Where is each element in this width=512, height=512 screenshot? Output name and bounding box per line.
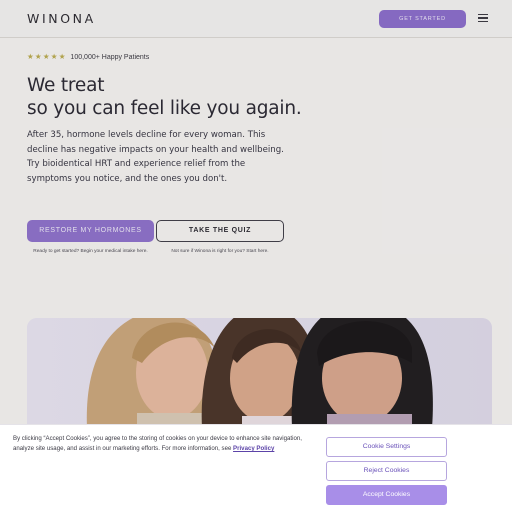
page-dim-overlay: [0, 0, 512, 424]
accept-cookies-button[interactable]: Accept Cookies: [326, 485, 447, 505]
reject-cookies-button[interactable]: Reject Cookies: [326, 461, 447, 481]
cookie-banner: By clicking “Accept Cookies”, you agree …: [0, 424, 512, 512]
cookie-settings-button[interactable]: Cookie Settings: [326, 437, 447, 457]
cookie-text: By clicking “Accept Cookies”, you agree …: [13, 434, 303, 455]
privacy-policy-link[interactable]: Privacy Policy: [233, 445, 274, 452]
